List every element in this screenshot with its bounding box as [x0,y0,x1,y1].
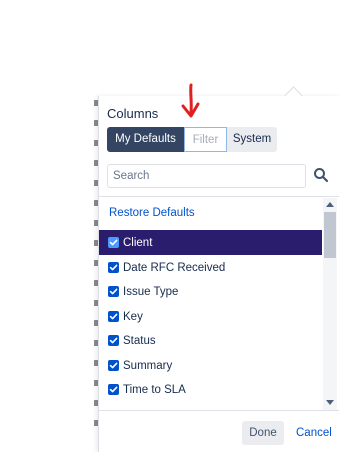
column-item-label: Client [123,236,153,249]
column-item-date-rfc-received[interactable]: Date RFC Received [99,255,322,280]
column-item-status[interactable]: Status [99,328,322,353]
column-item-label: Key [123,310,143,323]
column-item-key[interactable]: Key [99,304,322,329]
checkbox-checked-icon[interactable] [108,360,119,371]
column-item-label: Status [123,334,156,347]
scrollbar-thumb[interactable] [324,212,336,258]
checkbox-checked-icon[interactable] [108,286,119,297]
divider [99,196,339,197]
column-item-issue-type[interactable]: Issue Type [99,279,322,304]
checkbox-checked-icon[interactable] [108,335,119,346]
page: Columns My Defaults Filter System Restor… [0,0,339,452]
column-set-tabs: My Defaults Filter System [107,127,277,152]
scroll-down-arrow-icon[interactable] [326,400,334,405]
column-item-summary[interactable]: Summary [99,353,322,378]
annotation-arrow-icon [181,83,200,118]
dialog-title: Columns [107,106,159,121]
column-item-label: Time to SLA [123,383,186,396]
done-button[interactable]: Done [242,421,284,445]
search-input[interactable] [107,164,306,188]
tab-filter[interactable]: Filter [184,127,227,152]
tab-my-defaults[interactable]: My Defaults [107,127,184,152]
column-item-label: Date RFC Received [123,261,226,274]
tab-system[interactable]: System [227,127,277,152]
checkbox-checked-icon[interactable] [108,262,119,273]
checkbox-checked-icon[interactable] [108,237,119,248]
column-item-client[interactable]: Client [99,230,322,255]
checkbox-checked-icon[interactable] [108,311,119,322]
column-item-label: Summary [123,359,173,372]
column-item-label: Issue Type [123,285,179,298]
restore-defaults-link[interactable]: Restore Defaults [109,207,195,219]
search-icon[interactable] [313,167,329,183]
cancel-link[interactable]: Cancel [296,421,332,445]
scroll-up-arrow-icon[interactable] [326,202,334,207]
checkbox-checked-icon[interactable] [108,384,119,395]
column-item-time-to-sla[interactable]: Time to SLA [99,377,322,402]
divider [99,410,339,411]
